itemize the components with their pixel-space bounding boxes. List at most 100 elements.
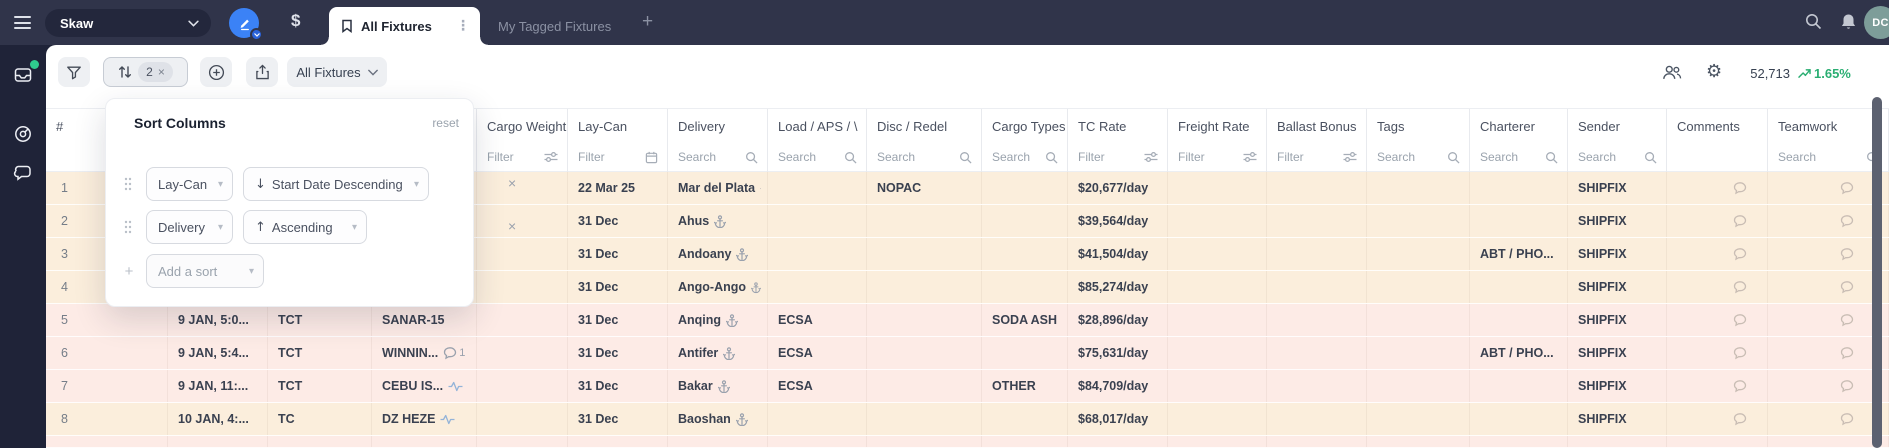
cell-teamwork[interactable] [1768,271,1889,303]
comment-bubble-icon[interactable] [1733,214,1747,228]
add-tab-button[interactable]: + [642,11,653,33]
tab-menu-icon[interactable]: ⋮ [446,18,470,34]
sort-button[interactable]: 2 × [103,57,188,87]
table-row[interactable]: 59 JAN, 5:0... TCT SANAR-15 31 Dec Anqing ECS… [46,304,1889,337]
column-header-tags[interactable]: Tags [1367,109,1470,143]
column-header-cargo_weight[interactable]: Cargo Weight [477,109,568,143]
dollar-icon[interactable]: $ [291,11,300,31]
cell-comments[interactable] [1667,403,1768,435]
cell-teamwork[interactable] [1768,172,1889,204]
cell-teamwork[interactable] [1768,337,1889,369]
inbox-nav-item[interactable] [0,60,46,86]
filter-tags[interactable]: Search [1367,142,1470,172]
cell-teamwork[interactable] [1768,304,1889,336]
sort-direction-select[interactable]: ↑ Ascending ▾ [243,210,367,244]
remove-sort-button[interactable]: × [508,218,516,234]
cell-comments[interactable] [1667,271,1768,303]
delivery-port: Andoany [678,247,732,261]
comment-bubble-icon[interactable] [1840,412,1854,426]
filter-tc[interactable]: Filter [1068,142,1168,172]
cell-teamwork[interactable] [1768,238,1889,270]
chat-nav-item[interactable] [0,162,46,184]
table-row[interactable]: 69 JAN, 5:4... TCT WINNIN... 1 31 Dec Antifer… [46,337,1889,370]
comment-bubble-icon[interactable] [1733,379,1747,393]
column-header-tc[interactable]: TC Rate [1068,109,1168,143]
bell-icon[interactable] [1840,13,1857,31]
table-row[interactable]: 8 10 JAN, 4:... TC DZ HEZE 31 Dec Baoshan $68,… [46,403,1889,436]
tab-all-fixtures[interactable]: All Fixtures ⋮ [321,7,488,45]
cell-comments[interactable] [1667,172,1768,204]
filter-delivery[interactable]: Search [668,142,768,172]
cell-comments[interactable] [1667,238,1768,270]
comment-bubble-icon[interactable] [1733,412,1747,426]
column-header-disc[interactable]: Disc / Redel [867,109,982,143]
table-row-partial[interactable] [46,436,1889,448]
sort-field-select[interactable]: Delivery ▾ [146,210,233,244]
comment-bubble-icon[interactable] [1840,181,1854,195]
user-avatar[interactable]: DC [1864,6,1889,39]
drag-handle-icon[interactable] [124,177,134,191]
remove-sort-button[interactable]: × [508,175,516,191]
column-header-laycan[interactable]: Lay-Can [568,109,668,143]
comment-bubble-icon[interactable] [1840,346,1854,360]
column-header-sender[interactable]: Sender [1568,109,1667,143]
comment-bubble-icon[interactable] [1840,214,1854,228]
people-icon[interactable] [1662,64,1682,81]
filter-freight[interactable]: Filter [1168,142,1267,172]
column-header-cargo[interactable]: Cargo Types [982,109,1068,143]
add-sort-select[interactable]: Add a sort ▾ [146,254,264,288]
comment-bubble-icon[interactable] [1733,313,1747,327]
sort-field-select[interactable]: Lay-Can ▾ [146,167,233,201]
cell-tags [1367,436,1470,447]
radar-nav-item[interactable] [0,123,46,145]
export-button[interactable] [246,57,278,87]
comment-bubble-icon[interactable] [1733,181,1747,195]
filter-load[interactable]: Search [768,142,867,172]
cell-teamwork[interactable] [1768,403,1889,435]
clear-sorts-icon[interactable]: × [158,65,165,79]
cell-comments[interactable] [1667,304,1768,336]
menu-icon[interactable] [14,16,31,29]
column-header-load[interactable]: Load / APS / \ [768,109,867,143]
cell-teamwork[interactable] [1768,370,1889,402]
workspace-selector[interactable]: Skaw [45,9,211,37]
column-header-comments[interactable]: Comments [1667,109,1768,143]
vessel-comment-count[interactable]: 1 [443,346,465,360]
vertical-scrollbar[interactable] [1872,97,1882,448]
reset-sorts-link[interactable]: reset [432,116,459,130]
sort-direction-select[interactable]: ↓ Start Date Descending ▾ [243,167,429,201]
compose-button[interactable] [229,8,263,41]
comment-bubble-icon[interactable] [443,346,457,360]
comment-bubble-icon[interactable] [1733,280,1747,294]
column-header-charterer[interactable]: Charterer [1470,109,1568,143]
cell-comments[interactable] [1667,205,1768,237]
column-header-teamwork[interactable]: Teamwork [1768,109,1889,143]
filter-cargo[interactable]: Search [982,142,1068,172]
filter-sender[interactable]: Search [1568,142,1667,172]
column-header-ballast[interactable]: Ballast Bonus [1267,109,1367,143]
search-icon[interactable] [1805,13,1822,30]
comment-bubble-icon[interactable] [1733,247,1747,261]
filter-laycan[interactable]: Filter [568,142,668,172]
cell-comments[interactable] [1667,370,1768,402]
cell-comments[interactable] [1667,337,1768,369]
comment-bubble-icon[interactable] [1840,280,1854,294]
table-row[interactable]: 79 JAN, 11:... TCT CEBU IS... 31 Dec Bakar EC… [46,370,1889,403]
filter-charterer[interactable]: Search [1470,142,1568,172]
filter-disc[interactable]: Search [867,142,982,172]
add-fixture-button[interactable] [200,57,232,87]
column-header-freight[interactable]: Freight Rate [1168,109,1267,143]
filter-teamwork[interactable]: Search [1768,142,1889,172]
column-header-delivery[interactable]: Delivery [668,109,768,143]
cell-teamwork[interactable] [1768,205,1889,237]
comment-bubble-icon[interactable] [1840,379,1854,393]
filter-ballast[interactable]: Filter [1267,142,1367,172]
filter-button[interactable] [58,57,90,87]
comment-bubble-icon[interactable] [1840,313,1854,327]
filter-cargo_weight[interactable]: Filter [477,142,568,172]
tab-my-tagged-fixtures[interactable]: My Tagged Fixtures [486,7,623,45]
drag-handle-icon[interactable] [124,220,134,234]
view-selector[interactable]: All Fixtures [287,57,387,87]
comment-bubble-icon[interactable] [1733,346,1747,360]
comment-bubble-icon[interactable] [1840,247,1854,261]
